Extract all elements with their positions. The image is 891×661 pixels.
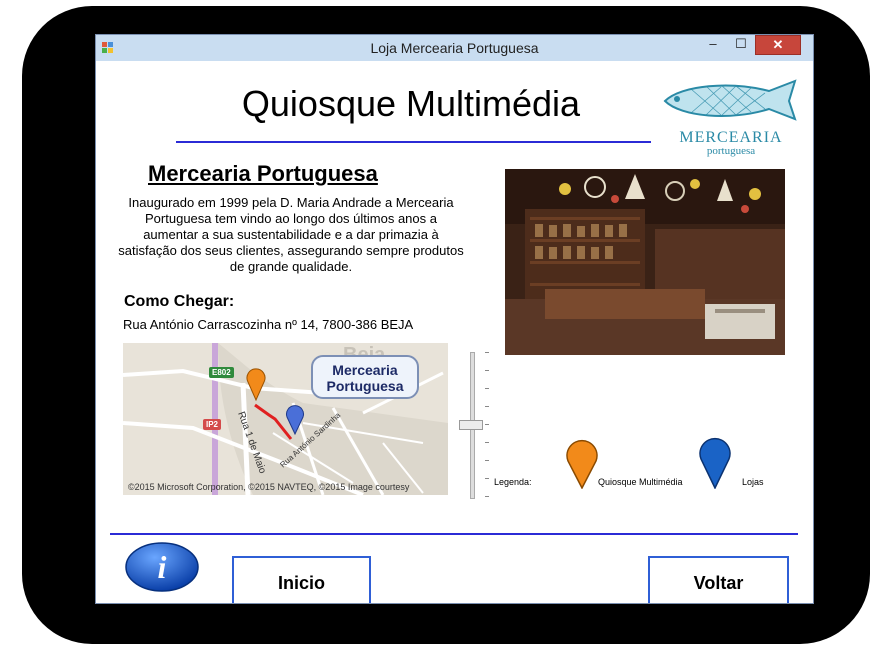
mercearia-logo: MERCEARIA portuguesa	[661, 79, 801, 157]
bottom-divider	[110, 533, 798, 535]
logo-subtitle: portuguesa	[706, 145, 756, 157]
legend-stores-label: Lojas	[742, 477, 764, 487]
legend-label: Legenda:	[494, 477, 532, 487]
title-divider	[176, 141, 651, 143]
maximize-button[interactable]: ☐	[728, 35, 754, 55]
zoom-slider-ticks	[485, 352, 489, 497]
map-copyright: ©2015 Microsoft Corporation, ©2015 NAVTE…	[128, 482, 410, 492]
store-pin-icon[interactable]	[285, 403, 305, 435]
road-shield-ip2: IP2	[203, 419, 222, 430]
store-photo	[505, 169, 785, 355]
info-icon: i	[158, 549, 167, 585]
fish-icon	[663, 79, 797, 121]
location-map[interactable]: Beja Rua 1 de Maio Rua António Sardinha …	[123, 343, 448, 495]
store-name-heading: Mercearia Portuguesa	[148, 161, 378, 186]
inicio-button[interactable]: Inicio	[232, 556, 371, 603]
legend-kiosk-pin-icon	[566, 439, 598, 489]
page-title: Quiosque Multimédia	[241, 83, 581, 124]
minimize-button[interactable]: –	[700, 35, 726, 55]
store-address: Rua António Carrascozinha nº 14, 7800-38…	[123, 317, 414, 332]
directions-heading: Como Chegar:	[124, 293, 235, 310]
main-content: Quiosque Multimédia MERCEARIA portuguesa…	[96, 61, 813, 603]
close-button[interactable]: ✕	[755, 35, 801, 55]
callout-line-1: Mercearia	[332, 362, 398, 378]
legend-store-pin-icon	[699, 437, 731, 489]
app-window: Loja Mercearia Portuguesa – ☐ ✕ Quiosque…	[95, 34, 814, 604]
info-button[interactable]: i	[124, 541, 200, 593]
road-shield-e802: E802	[209, 367, 234, 378]
title-bar[interactable]: Loja Mercearia Portuguesa – ☐ ✕	[96, 35, 813, 61]
callout-line-2: Portuguesa	[326, 378, 404, 394]
legend-kiosk-label: Quiosque Multimédia	[598, 477, 683, 487]
voltar-button[interactable]: Voltar	[648, 556, 789, 603]
store-description: Inaugurado em 1999 pela D. Maria Andrade…	[118, 195, 464, 274]
store-callout: Mercearia Portuguesa	[311, 355, 419, 399]
kiosk-pin-icon[interactable]	[245, 367, 267, 401]
zoom-slider-thumb[interactable]	[459, 420, 483, 430]
